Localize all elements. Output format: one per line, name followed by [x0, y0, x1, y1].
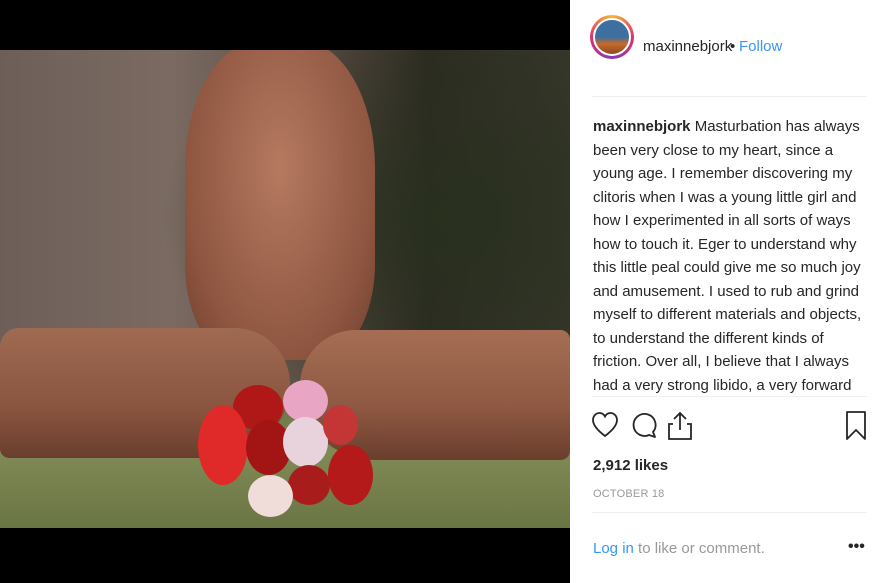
username-link[interactable]: maxinnebjork	[643, 38, 732, 55]
post-header: maxinnebjork • Follow	[570, 0, 875, 96]
date-divider	[592, 512, 867, 513]
header-divider	[592, 96, 867, 97]
post-date[interactable]: OCTOBER 18	[593, 488, 665, 500]
flower	[283, 380, 328, 422]
flower	[328, 445, 373, 505]
post-image[interactable]	[0, 50, 570, 528]
login-suffix: to like or comment.	[633, 540, 765, 557]
separator-dot: •	[730, 38, 736, 55]
instagram-post: maxinnebjork • Follow maxinnebjork Mastu…	[0, 0, 875, 583]
login-link[interactable]: Log in	[593, 540, 634, 557]
follow-button[interactable]: Follow	[739, 38, 782, 55]
caption-text: Masturbation has always been very close …	[593, 118, 862, 394]
flower	[248, 475, 293, 517]
action-bar	[592, 410, 872, 444]
post-sidebar: maxinnebjork • Follow maxinnebjork Mastu…	[570, 0, 875, 583]
share-icon[interactable]	[666, 410, 694, 442]
avatar-story-ring[interactable]	[590, 15, 634, 59]
image-torso	[185, 50, 375, 360]
flower	[323, 405, 358, 445]
caption-username-link[interactable]: maxinnebjork	[593, 118, 691, 135]
caption-divider	[592, 396, 867, 397]
photo-column	[0, 0, 570, 583]
heart-icon[interactable]	[592, 410, 620, 442]
caption-scroll-area[interactable]: maxinnebjork Masturbation has always bee…	[593, 115, 865, 395]
avatar[interactable]	[593, 18, 631, 56]
caption: maxinnebjork Masturbation has always bee…	[593, 115, 865, 395]
likes-count[interactable]: 2,912 likes	[593, 457, 668, 474]
comment-icon[interactable]	[630, 410, 658, 442]
bookmark-icon[interactable]	[844, 410, 872, 442]
image-flower-bouquet	[198, 375, 378, 525]
flower	[288, 465, 330, 505]
login-prompt: Log in to like or comment.	[593, 540, 765, 557]
more-options-icon[interactable]: •••	[848, 538, 865, 556]
flower	[283, 417, 328, 467]
flower	[198, 405, 248, 485]
